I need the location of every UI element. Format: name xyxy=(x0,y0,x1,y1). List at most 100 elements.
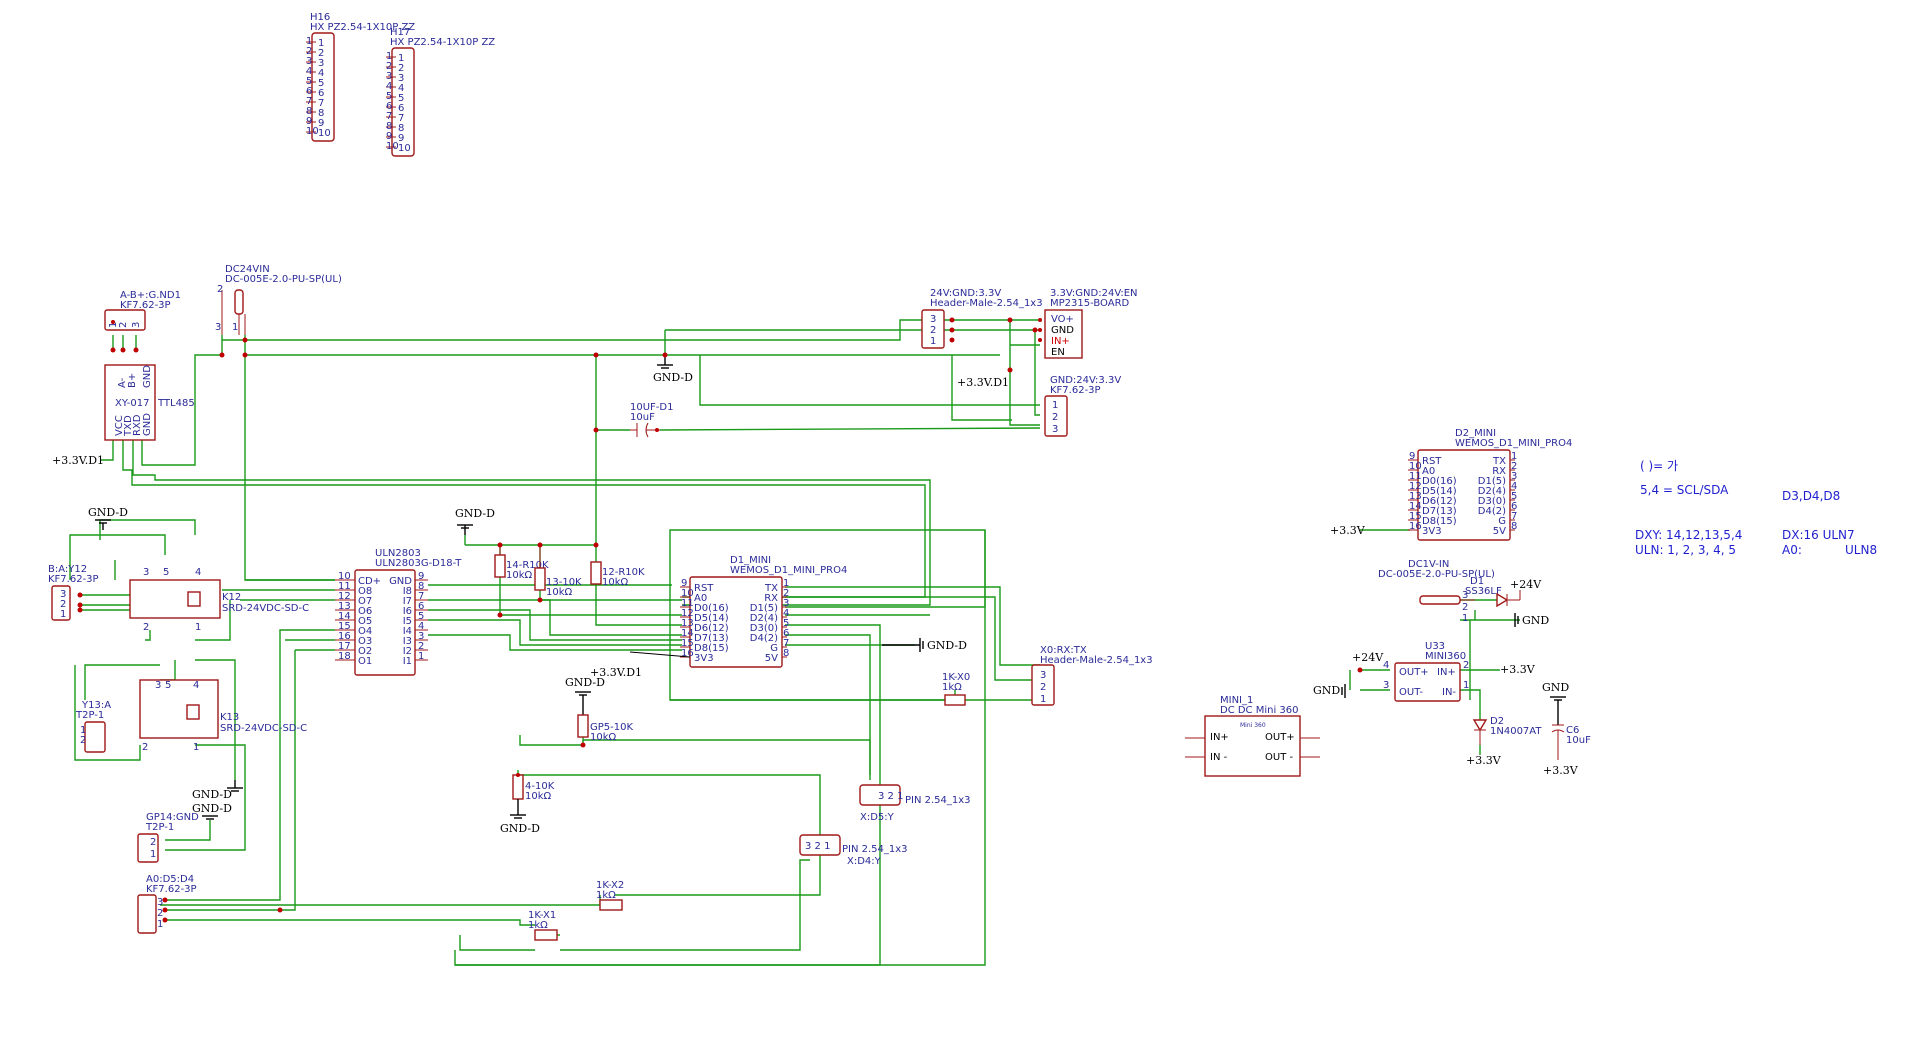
d2-33v-power: +3.3V xyxy=(1466,754,1502,767)
uln-pin-num: 18 xyxy=(338,651,351,662)
note-6: ULN: 1, 2, 3, 4, 5 xyxy=(1635,543,1736,557)
note-7: A0: xyxy=(1782,543,1802,557)
bay12-value: KF7.62-3P xyxy=(48,574,99,585)
r12-value: 10kΩ xyxy=(602,577,629,588)
diode-d2: D2 1N4007AT xyxy=(1472,716,1542,745)
d1-gnd-label: GND-D xyxy=(927,639,967,652)
gp14-connector: GP14:GND T2P-1 2 1 xyxy=(137,812,199,863)
d1-pin-num: 8 xyxy=(783,648,789,659)
u33-pin-4-name: OUT+ xyxy=(1399,667,1429,678)
pin-header-d4: 3 2 1 PIN 2.54_1x3 X:D4:Y xyxy=(799,834,908,867)
y13-pin-2: 2 xyxy=(80,735,86,746)
k13-pin-5: 5 xyxy=(165,680,171,691)
schematic-canvas: H16 HX PZ2.54-1X10P ZZ 11223344556677889… xyxy=(48,12,1877,966)
pin-d5-ref: PIN 2.54_1x3 xyxy=(905,795,971,806)
k12-ref: K12 xyxy=(222,592,241,603)
note-2: 5,4 = SCL/SDA xyxy=(1640,483,1729,497)
u33-value: MINI360 xyxy=(1425,651,1466,662)
x0-rx-tx-header: X0:RX:TX Header-Male-2.54_1x3 3 2 1 xyxy=(1031,645,1153,706)
h17-connector: H17 HX PZ2.54-1X10P ZZ 11223344556677889… xyxy=(386,27,495,157)
kf-gnd-pin-2: 2 xyxy=(1052,412,1058,423)
r13-value: 10kΩ xyxy=(546,587,573,598)
pin-d4-ref: PIN 2.54_1x3 xyxy=(842,844,908,855)
h16-pin-10: 10 xyxy=(318,128,331,139)
note-3: D3,D4,D8 xyxy=(1782,489,1840,503)
resistor-12-r10k: 12-R10K 10kΩ xyxy=(590,352,645,588)
hdr24-pin-1: 1 xyxy=(930,336,936,347)
note-5: DX:16 ULN7 xyxy=(1782,528,1855,542)
hdr24-33v-power: +3.3V.D1 xyxy=(957,376,1009,389)
c6-gnd-label: GND xyxy=(1542,681,1569,694)
rgp5-value: 10kΩ xyxy=(590,732,617,743)
ttl485-name: TTL485 xyxy=(157,398,195,409)
k12-pin-5: 5 xyxy=(163,567,169,578)
hdr24-pin-2: 2 xyxy=(930,325,936,336)
x0-value: Header-Male-2.54_1x3 xyxy=(1040,655,1153,666)
ttl485-pin-b: B+ xyxy=(127,373,138,388)
note-1: ( )= 가 xyxy=(1640,459,1678,473)
h16-pin-left-10: 10 xyxy=(306,126,319,137)
mini1-sub: Mini 360 xyxy=(1240,722,1266,729)
u33-gnd-label: GND xyxy=(1313,684,1340,697)
dc24vin-pin-2: 2 xyxy=(217,284,223,295)
gnd-d-label-r4: GND-D xyxy=(500,822,540,835)
uln-value: ULN2803G-D18-T xyxy=(375,558,462,569)
gp14-pin-1: 1 xyxy=(150,849,156,860)
dc24vin-value: DC-005E-2.0-PU-SP(UL) xyxy=(225,274,342,285)
dc1v-pin-2: 2 xyxy=(1462,602,1468,613)
ttl485-pin-gnd: GND xyxy=(142,365,153,388)
k13-pin-3: 3 xyxy=(155,680,161,691)
d2-33v-power: +3.3V xyxy=(1330,524,1366,537)
gp14-pin-2: 2 xyxy=(150,837,156,848)
u33-24v-power: +24V xyxy=(1352,651,1384,664)
note-8: ULN8 xyxy=(1845,543,1877,557)
gnd-d-symbol-relay: GND-D xyxy=(88,506,128,530)
pin-header-d5: 3 2 1 PIN 2.54_1x3 X:D5:Y xyxy=(859,784,971,823)
mini1-out-minus: OUT - xyxy=(1265,752,1293,763)
gnd-d-label-gp5: GND-D xyxy=(565,676,605,689)
gnd-d-label-top: GND-D xyxy=(653,371,693,384)
k13-ref: K13 xyxy=(220,712,239,723)
mini1-dcdc: MINI_1 DC DC Mini 360 Mini 360 IN+ IN - … xyxy=(1185,695,1320,777)
kf-gnd-24v-33v: GND:24V:3.3V KF7.62-3P 1 2 3 xyxy=(1044,375,1121,437)
gnd-d-label-k13: GND-D xyxy=(192,788,232,801)
u33-pin-2-num: 2 xyxy=(1463,660,1469,671)
ab-pin-3: 3 xyxy=(131,322,142,328)
d1-value: WEMOS_D1_MINI_PRO4 xyxy=(730,565,847,576)
d1-pin-name: 3V3 xyxy=(694,653,714,664)
dc1v-pin-1: 1 xyxy=(1462,613,1468,624)
x0-pin-3: 3 xyxy=(1040,670,1046,681)
ab-pin-2: 2 xyxy=(118,322,129,328)
mp2315-pin-en: EN xyxy=(1051,347,1065,358)
c6-capacitor: GND C6 10uF +3.3V xyxy=(1542,681,1591,777)
mp2315-board: 3.3V:GND:24V:EN MP2315-BOARD VO+ GND IN+… xyxy=(1038,288,1138,359)
resistor-1k-x1: 1K-X1 1kΩ xyxy=(528,910,558,941)
a0d5-pin-1: 1 xyxy=(157,919,163,930)
mp2315-pin-gnd: GND xyxy=(1051,325,1074,336)
u33-pin-1-num: 1 xyxy=(1463,680,1469,691)
gnd-d-label-relay: GND-D xyxy=(88,506,128,519)
k12-pin-3: 3 xyxy=(143,567,149,578)
x0-pin-2: 2 xyxy=(1040,682,1046,693)
x0-pin-1: 1 xyxy=(1040,694,1046,705)
d2-pin-num: 16 xyxy=(1409,521,1422,532)
hdr24-pin-3: 3 xyxy=(930,314,936,325)
dc24vin-jack: DC24VIN DC-005E-2.0-PU-SP(UL) 2 3 1 xyxy=(215,264,342,358)
k13-pin-1: 1 xyxy=(193,742,199,753)
hdr24-value: Header-Male-2.54_1x3 xyxy=(930,298,1043,309)
u33-pin-3-num: 3 xyxy=(1383,680,1389,691)
d1-mini-module: D1_MINI WEMOS_D1_MINI_PRO4 9 RST10 A011 D0(… xyxy=(680,555,847,668)
gnd-d-symbol-gp5: GND-D xyxy=(565,676,605,715)
uln-pin-name: I1 xyxy=(403,656,412,667)
rx1-value: 1kΩ xyxy=(528,920,548,931)
ttl485-pin-gnd2: GND xyxy=(142,413,153,436)
rx0-value: 1kΩ xyxy=(942,682,962,693)
pin-d5-net: X:D5:Y xyxy=(860,812,895,823)
d1-pin-name: 5V xyxy=(765,653,778,664)
dc1v-gnd-label: GND xyxy=(1522,614,1549,627)
d1-gnd-symbol: GND-D xyxy=(882,638,967,652)
mp2315-value: MP2315-BOARD xyxy=(1050,298,1130,309)
kf-gnd-pin-3: 3 xyxy=(1052,424,1058,435)
d2-value: WEMOS_D1_MINI_PRO4 xyxy=(1455,438,1572,449)
k13-pin-4: 4 xyxy=(193,680,199,691)
